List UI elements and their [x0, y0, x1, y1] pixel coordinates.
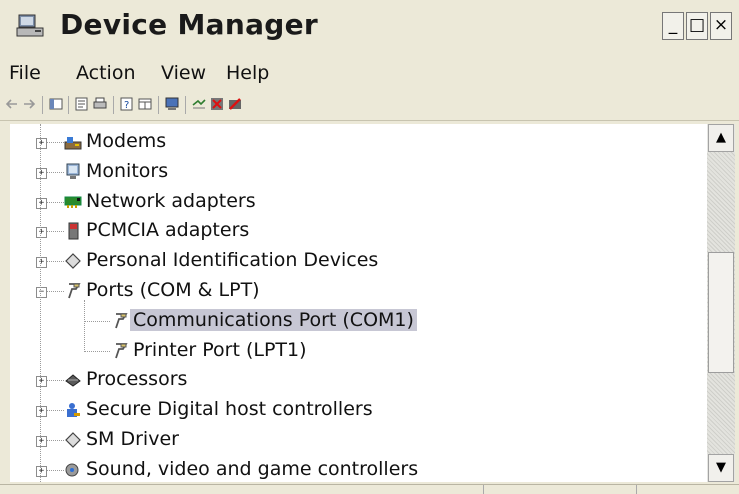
monitor-icon: [66, 163, 80, 179]
expand-toggle[interactable]: +: [36, 406, 47, 418]
tree-item[interactable]: + SM Driver: [34, 427, 694, 455]
tree-item-label[interactable]: Monitors: [86, 160, 168, 182]
device-tree[interactable]: + Modems + Monitors + Network adapters + PCMCIA…: [10, 124, 707, 482]
update-driver-icon[interactable]: [192, 97, 206, 111]
tree-item-label[interactable]: Network adapters: [86, 190, 256, 212]
title-bar: Device Manager _ □ ×: [0, 0, 739, 50]
menu-help[interactable]: Help: [226, 62, 269, 84]
tree-item-label[interactable]: PCMCIA adapters: [86, 219, 249, 241]
tree-item-label[interactable]: Modems: [86, 130, 166, 152]
expand-toggle[interactable]: +: [36, 167, 47, 179]
tree-item[interactable]: + Processors: [34, 367, 694, 395]
properties-icon[interactable]: [75, 97, 89, 111]
expand-toggle[interactable]: +: [36, 257, 47, 269]
vertical-scrollbar[interactable]: ▲ ▼: [707, 124, 735, 482]
svg-text:?: ?: [124, 100, 129, 111]
uninstall-icon[interactable]: [210, 97, 224, 111]
diamond-icon: [65, 253, 81, 270]
tree-item-label[interactable]: Personal Identification Devices: [86, 249, 378, 271]
close-button[interactable]: ×: [710, 12, 732, 40]
tree-item-label[interactable]: Ports (COM & LPT): [86, 279, 260, 301]
scroll-up-button[interactable]: ▲: [708, 124, 734, 152]
toolbar: ?: [0, 90, 739, 121]
window-title: Device Manager: [60, 8, 319, 41]
tree-item[interactable]: Printer Port (LPT1): [34, 338, 694, 366]
minimize-button[interactable]: _: [662, 12, 684, 40]
menu-file[interactable]: File: [9, 62, 41, 84]
expand-toggle[interactable]: +: [36, 138, 47, 149]
tree-item-label[interactable]: SM Driver: [86, 428, 179, 450]
menu-bar: File Action View Help: [0, 56, 739, 90]
device-manager-icon: [16, 14, 44, 37]
console-tree-icon[interactable]: [49, 97, 63, 111]
tree-item[interactable]: + Personal Identification Devices: [34, 248, 694, 276]
diamond-icon: [65, 432, 81, 448]
disable-icon[interactable]: [228, 97, 242, 111]
sound-icon: [65, 463, 79, 477]
modem-icon: [64, 137, 82, 150]
tree-item[interactable]: + Modems: [34, 129, 694, 157]
scroll-track[interactable]: [707, 152, 735, 454]
tree-item[interactable]: + PCMCIA adapters: [34, 218, 694, 246]
port-icon: [68, 283, 81, 299]
tree-item[interactable]: + Sound, video and game controllers: [34, 457, 694, 482]
menu-action[interactable]: Action: [76, 62, 136, 84]
tree-item-label[interactable]: Processors: [86, 368, 187, 390]
maximize-button[interactable]: □: [686, 12, 708, 40]
expand-toggle[interactable]: +: [36, 197, 47, 209]
help-icon[interactable]: ?: [120, 97, 134, 111]
expand-toggle[interactable]: +: [36, 227, 47, 239]
pcmcia-icon: [68, 222, 79, 240]
forward-arrow-icon[interactable]: [22, 97, 36, 111]
processor-icon: [65, 374, 81, 388]
print-icon[interactable]: [93, 97, 107, 111]
expand-toggle[interactable]: −: [36, 287, 47, 298]
expand-toggle[interactable]: +: [36, 376, 47, 388]
tree-item[interactable]: + Secure Digital host controllers: [34, 397, 694, 425]
tree-item[interactable]: + Network adapters: [34, 189, 694, 217]
expand-toggle[interactable]: +: [36, 436, 47, 447]
sd-controller-icon: [67, 403, 80, 418]
scan-hardware-icon[interactable]: [165, 97, 179, 111]
tree-item-label[interactable]: Sound, video and game controllers: [86, 458, 418, 480]
expand-toggle[interactable]: +: [36, 465, 47, 477]
network-adapter-icon: [64, 196, 82, 208]
tree-item-label[interactable]: Printer Port (LPT1): [133, 339, 307, 361]
tree-item-label[interactable]: Communications Port (COM1): [130, 308, 417, 331]
scroll-down-button[interactable]: ▼: [708, 454, 734, 482]
tree-item[interactable]: − Ports (COM & LPT): [34, 278, 694, 306]
tree-item[interactable]: Communications Port (COM1): [34, 308, 694, 336]
tree-item-label[interactable]: Secure Digital host controllers: [86, 398, 373, 420]
port-icon: [115, 342, 128, 358]
back-arrow-icon[interactable]: [5, 97, 19, 111]
view-icon[interactable]: [138, 97, 152, 111]
tree-item[interactable]: + Monitors: [34, 159, 694, 187]
scroll-thumb[interactable]: [708, 252, 734, 373]
port-icon: [115, 312, 128, 329]
menu-view[interactable]: View: [161, 62, 206, 84]
